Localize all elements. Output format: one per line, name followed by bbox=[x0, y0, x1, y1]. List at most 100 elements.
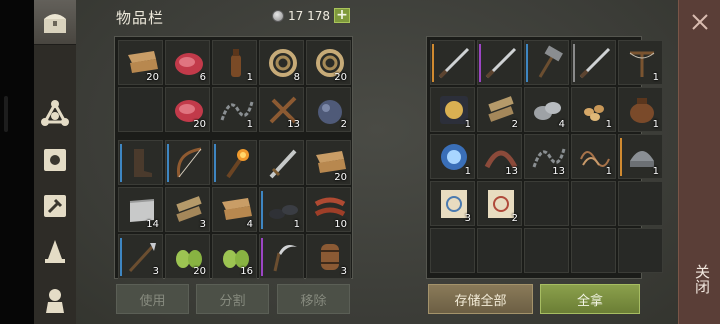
nav-tab-crafting[interactable] bbox=[39, 98, 71, 130]
hammer-scroll-icon bbox=[44, 195, 66, 217]
inventory-slot[interactable]: 2 bbox=[306, 87, 351, 132]
inventory-slot[interactable]: 20 bbox=[306, 140, 351, 185]
container-slot[interactable]: 4 bbox=[524, 87, 569, 132]
remove-button[interactable]: 移除 bbox=[277, 284, 350, 314]
container-slot[interactable] bbox=[524, 228, 569, 273]
inventory-slot[interactable]: 20 bbox=[165, 234, 210, 279]
container-slot[interactable]: 1 bbox=[430, 134, 475, 179]
close-panel[interactable]: 关闭 bbox=[678, 0, 720, 324]
item-count: 10 bbox=[334, 219, 347, 230]
container-slot[interactable] bbox=[571, 228, 616, 273]
item-count: 2 bbox=[511, 213, 518, 224]
use-button[interactable]: 使用 bbox=[116, 284, 189, 314]
container-slot[interactable] bbox=[618, 181, 663, 226]
inventory-slot[interactable]: 1 bbox=[212, 87, 257, 132]
container-slot[interactable] bbox=[571, 40, 616, 85]
item-count: 20 bbox=[334, 72, 347, 83]
inventory-slot[interactable]: 3 bbox=[306, 234, 351, 279]
container-slot[interactable] bbox=[618, 228, 663, 273]
container-slot[interactable] bbox=[430, 228, 475, 273]
store-all-button[interactable]: 存储全部 bbox=[428, 284, 533, 314]
item-count: 1 bbox=[246, 72, 253, 83]
rarity-bar bbox=[120, 238, 122, 276]
currency-value: 17 178 bbox=[288, 8, 330, 23]
container-slot[interactable] bbox=[571, 181, 616, 226]
item-count: 8 bbox=[293, 72, 300, 83]
inventory-slot[interactable]: 20 bbox=[118, 40, 163, 85]
nav-tab-inventory[interactable] bbox=[34, 0, 76, 45]
split-button[interactable]: 分割 bbox=[196, 284, 269, 314]
rarity-bar bbox=[167, 144, 169, 182]
bow-icon bbox=[176, 147, 202, 178]
container-slot[interactable]: 1 bbox=[571, 134, 616, 179]
inventory-slot[interactable]: 4 bbox=[212, 187, 257, 232]
currency-display: 17 178 + bbox=[272, 8, 350, 23]
container-slot[interactable]: 13 bbox=[477, 134, 522, 179]
device-notch bbox=[4, 96, 8, 132]
item-count: 1 bbox=[605, 119, 612, 130]
container-slot[interactable]: 3 bbox=[430, 181, 475, 226]
nav-tab-skills[interactable] bbox=[39, 236, 71, 268]
rarity-bar bbox=[620, 138, 622, 176]
hammer-icon bbox=[538, 45, 563, 78]
close-icon[interactable] bbox=[690, 12, 710, 32]
character-icon bbox=[46, 289, 64, 313]
side-nav bbox=[34, 0, 76, 324]
chest-icon bbox=[39, 6, 71, 38]
item-count: 1 bbox=[652, 119, 659, 130]
inventory-slot[interactable]: 16 bbox=[212, 234, 257, 279]
item-count: 1 bbox=[605, 166, 612, 177]
take-all-button[interactable]: 全拿 bbox=[540, 284, 640, 314]
triangle-nodes-icon bbox=[41, 100, 69, 126]
rarity-bar bbox=[573, 44, 575, 82]
inventory-slot[interactable] bbox=[259, 234, 304, 279]
inventory-slot[interactable] bbox=[165, 140, 210, 185]
item-count: 20 bbox=[193, 266, 206, 277]
item-count: 20 bbox=[146, 72, 159, 83]
item-count: 3 bbox=[340, 266, 347, 277]
torch-icon bbox=[226, 149, 249, 179]
item-count: 1 bbox=[293, 219, 300, 230]
container-slot[interactable]: 1 bbox=[430, 87, 475, 132]
inventory-slot[interactable]: 14 bbox=[118, 187, 163, 232]
inventory-slot[interactable]: 20 bbox=[165, 87, 210, 132]
container-slot[interactable] bbox=[477, 40, 522, 85]
item-count: 16 bbox=[240, 266, 253, 277]
inventory-slot[interactable]: 1 bbox=[212, 40, 257, 85]
container-slot[interactable]: 1 bbox=[618, 87, 663, 132]
nav-tab-tools[interactable] bbox=[39, 190, 71, 222]
inventory-slot[interactable]: 3 bbox=[165, 187, 210, 232]
container-slot[interactable] bbox=[477, 228, 522, 273]
inventory-slot[interactable]: 10 bbox=[306, 187, 351, 232]
inventory-slot[interactable] bbox=[212, 140, 257, 185]
add-currency-button[interactable]: + bbox=[334, 8, 350, 23]
nav-tab-map[interactable] bbox=[39, 144, 71, 176]
rarity-bar bbox=[120, 144, 122, 182]
inventory-slot[interactable]: 1 bbox=[259, 187, 304, 232]
inventory-slot[interactable]: 8 bbox=[259, 40, 304, 85]
container-slot[interactable]: 1 bbox=[618, 40, 663, 85]
inventory-slot[interactable] bbox=[118, 87, 163, 132]
nav-tab-character[interactable] bbox=[39, 284, 71, 316]
container-slot[interactable]: 1 bbox=[618, 134, 663, 179]
inventory-slot[interactable]: 6 bbox=[165, 40, 210, 85]
inventory-slot[interactable] bbox=[118, 140, 163, 185]
container-slot[interactable] bbox=[524, 181, 569, 226]
blade-icon bbox=[438, 47, 470, 79]
container-slot[interactable]: 1 bbox=[571, 87, 616, 132]
inventory-slot[interactable]: 20 bbox=[306, 40, 351, 85]
container-slot[interactable] bbox=[430, 40, 475, 85]
inventory-slot[interactable]: 13 bbox=[259, 87, 304, 132]
container-slot[interactable] bbox=[524, 40, 569, 85]
inventory-slot[interactable]: 3 bbox=[118, 234, 163, 279]
container-slot[interactable]: 2 bbox=[477, 181, 522, 226]
item-count: 2 bbox=[340, 119, 347, 130]
item-count: 1 bbox=[464, 166, 471, 177]
blade-icon bbox=[485, 47, 517, 79]
inventory-slot[interactable] bbox=[259, 140, 304, 185]
container-slot[interactable]: 2 bbox=[477, 87, 522, 132]
container-slot[interactable]: 13 bbox=[524, 134, 569, 179]
item-count: 2 bbox=[511, 119, 518, 130]
item-count: 13 bbox=[287, 119, 300, 130]
rarity-bar bbox=[526, 44, 528, 82]
